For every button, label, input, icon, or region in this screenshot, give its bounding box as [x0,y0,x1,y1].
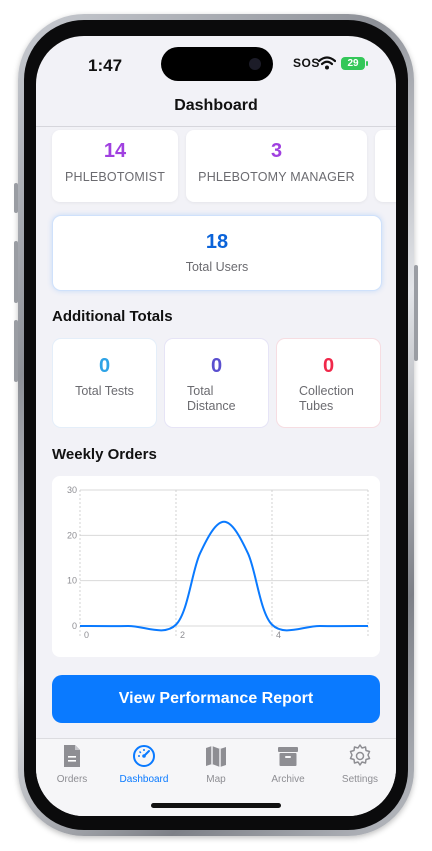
status-time: 1:47 [88,56,123,75]
role-card-phlebotomy-manager[interactable]: 3 PHLEBOTOMY MANAGER [186,130,367,202]
y-tick-label: 0 [72,621,77,631]
y-tick-label: 20 [67,530,77,540]
action-button [14,183,18,213]
x-tick-label: 4 [276,630,281,640]
role-label: PHLEBOTOMY MANAGER [198,170,355,184]
wifi-icon [318,56,336,70]
weekly-orders-chart: 0 10 20 30 0 2 4 [52,476,380,657]
total-users-label: Total Users [185,260,249,274]
map-icon [206,746,226,767]
page-title: Dashboard [174,97,258,114]
stat-label: Total Distance [187,384,236,413]
role-count: 14 [103,140,127,162]
tab-orders[interactable]: Orders [36,743,108,791]
stat-label: Collection Tubes [299,384,354,413]
screen: 1:47 SOS 29 Dashboard 14 PHLEBOTOMIST 3 … [36,36,396,816]
y-tick-label: 30 [67,485,77,495]
total-users-count: 18 [205,231,229,253]
battery-icon: 29 [341,57,365,70]
tab-archive[interactable]: Archive [252,743,324,791]
power-button [414,265,418,361]
gear-icon [349,744,371,766]
total-users-card: 18 Total Users [52,215,382,291]
tab-label: Settings [341,774,379,785]
gauge-icon [133,745,155,767]
stat-value: 0 [322,355,335,377]
document-icon [64,745,80,767]
role-label: PHLEBOTOMIST [64,170,166,184]
role-card-phlebotomist[interactable]: 14 PHLEBOTOMIST [52,130,178,202]
tab-settings[interactable]: Settings [324,743,396,791]
role-card-partial[interactable] [375,130,396,202]
series-line [79,520,369,632]
additional-totals-heading: Additional Totals [52,308,173,325]
camera-icon [249,58,261,70]
x-tick-label: 2 [180,630,185,640]
tab-bar: Orders Dashboard Map Archive Settings [36,738,396,816]
navigation-bar: Dashboard [36,94,396,127]
tab-map[interactable]: Map [180,743,252,791]
stat-value: 0 [98,355,111,377]
stat-card-collection-tubes: 0 Collection Tubes [276,338,381,428]
stat-card-total-distance: 0 Total Distance [164,338,269,428]
archive-icon [278,747,298,766]
tab-dashboard[interactable]: Dashboard [108,743,180,791]
tab-label: Map [206,774,226,785]
y-tick-label: 10 [67,576,77,586]
sos-indicator: SOS [293,56,320,70]
x-tick-label: 0 [84,630,89,640]
tab-label: Dashboard [119,774,169,785]
line-chart: 0 10 20 30 0 2 4 [67,485,369,640]
battery-cap [366,61,368,66]
stat-label: Total Tests [75,384,134,398]
view-performance-report-button[interactable]: View Performance Report [52,675,380,723]
home-indicator [151,803,281,808]
dynamic-island [161,47,273,81]
stat-value: 0 [210,355,223,377]
stat-card-total-tests: 0 Total Tests [52,338,157,428]
status-bar: 1:47 SOS 29 [36,36,396,94]
tab-label: Orders [56,774,88,785]
dashboard-content[interactable]: 14 PHLEBOTOMIST 3 PHLEBOTOMY MANAGER 18 … [36,127,396,737]
weekly-orders-heading: Weekly Orders [52,446,157,463]
tab-label: Archive [271,774,305,785]
volume-down-button [14,320,18,382]
volume-up-button [14,241,18,303]
role-count: 3 [270,140,283,162]
